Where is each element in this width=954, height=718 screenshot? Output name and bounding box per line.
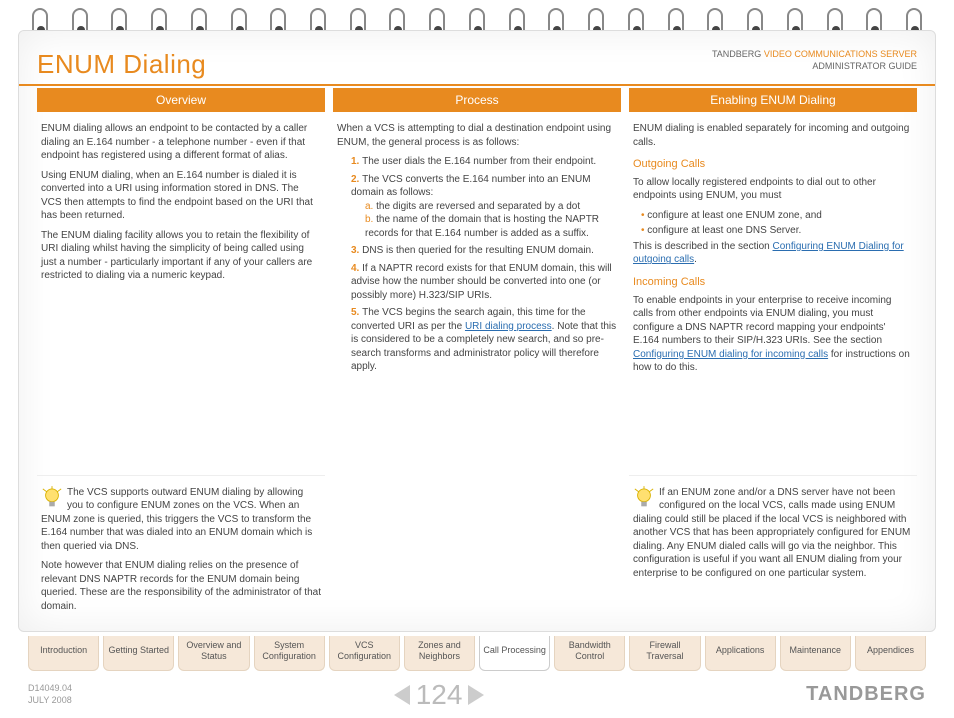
tab-getting-started[interactable]: Getting Started: [103, 636, 174, 671]
incoming-link[interactable]: Configuring ENUM dialing for incoming ca…: [633, 349, 828, 360]
out-bullet-1: configure at least one ENUM zone, and: [633, 209, 913, 223]
substep-a: the digits are reversed and separated by…: [376, 201, 580, 212]
outgoing-intro: To allow locally registered endpoints to…: [633, 176, 913, 203]
uri-dialing-link[interactable]: URI dialing process: [465, 321, 552, 332]
overview-p1: ENUM dialing allows an endpoint to be co…: [41, 122, 321, 163]
prev-page-arrow[interactable]: [394, 685, 410, 705]
out-desc-post: .: [694, 254, 697, 265]
brand-logo: TANDBERG: [806, 683, 926, 706]
incoming-head: Incoming Calls: [633, 275, 913, 290]
out-desc-pre: This is described in the section: [633, 241, 773, 252]
page-number: 124: [416, 679, 463, 711]
next-page-arrow[interactable]: [468, 685, 484, 705]
tab-bandwidth-control[interactable]: Bandwidth Control: [554, 636, 625, 671]
tab-applications[interactable]: Applications: [705, 636, 776, 671]
substep-b: the name of the domain that is hosting t…: [365, 214, 599, 239]
tab-appendices[interactable]: Appendices: [855, 636, 926, 671]
overview-p2: Using ENUM dialing, when an E.164 number…: [41, 169, 321, 223]
tab-system-configuration[interactable]: System Configuration: [254, 636, 325, 671]
column-overview: Overview ENUM dialing allows an endpoint…: [37, 88, 325, 381]
step-2: The VCS converts the E.164 number into a…: [351, 174, 591, 199]
doc-date: JULY 2008: [28, 695, 72, 705]
tip-middle-empty: [333, 475, 621, 614]
in-pre: To enable endpoints in your enterprise t…: [633, 295, 892, 347]
brand-product: VIDEO COMMUNICATIONS SERVER: [764, 49, 917, 59]
out-bullet-2: configure at least one DNS Server.: [633, 224, 913, 238]
enabling-intro: ENUM dialing is enabled separately for i…: [633, 122, 913, 149]
lightbulb-icon: [633, 486, 655, 512]
tab-zones-and-neighbors[interactable]: Zones and Neighbors: [404, 636, 475, 671]
header-brand: TANDBERG VIDEO COMMUNICATIONS SERVER ADM…: [712, 49, 917, 72]
column-head-process: Process: [333, 88, 621, 112]
tip-left-p2: Note however that ENUM dialing relies on…: [41, 559, 321, 613]
document-page: ENUM Dialing TANDBERG VIDEO COMMUNICATIO…: [18, 30, 936, 632]
lightbulb-icon: [41, 486, 63, 512]
column-enabling: Enabling ENUM Dialing ENUM dialing is en…: [629, 88, 917, 381]
column-head-overview: Overview: [37, 88, 325, 112]
tab-overview-and-status[interactable]: Overview and Status: [178, 636, 249, 671]
overview-p3: The ENUM dialing facility allows you to …: [41, 229, 321, 283]
tab-call-processing[interactable]: Call Processing: [479, 636, 550, 671]
tab-introduction[interactable]: Introduction: [28, 636, 99, 671]
tip-left: The VCS supports outward ENUM dialing by…: [37, 475, 325, 614]
doc-info: D14049.04 JULY 2008: [28, 683, 72, 706]
column-head-enabling: Enabling ENUM Dialing: [629, 88, 917, 112]
page-title: ENUM Dialing: [37, 49, 206, 80]
tab-vcs-configuration[interactable]: VCS Configuration: [329, 636, 400, 671]
process-intro: When a VCS is attempting to dial a desti…: [337, 122, 617, 149]
brand-pre: TANDBERG: [712, 49, 764, 59]
pager: 124: [394, 679, 485, 711]
step-4: If a NAPTR record exists for that ENUM d…: [351, 263, 612, 301]
step-1: The user dials the E.164 number from the…: [362, 156, 596, 167]
step-3: DNS is then queried for the resulting EN…: [362, 245, 594, 256]
brand-sub: ADMINISTRATOR GUIDE: [812, 61, 917, 71]
tip-right-text: If an ENUM zone and/or a DNS server have…: [633, 487, 910, 579]
column-process: Process When a VCS is attempting to dial…: [333, 88, 621, 381]
tip-left-p1: The VCS supports outward ENUM dialing by…: [41, 487, 312, 552]
outgoing-head: Outgoing Calls: [633, 157, 913, 172]
doc-id: D14049.04: [28, 683, 72, 693]
nav-tabs: IntroductionGetting StartedOverview and …: [0, 636, 954, 671]
tab-maintenance[interactable]: Maintenance: [780, 636, 851, 671]
spiral-binding: [0, 0, 954, 30]
tab-firewall-traversal[interactable]: Firewall Traversal: [629, 636, 700, 671]
tip-right: If an ENUM zone and/or a DNS server have…: [629, 475, 917, 614]
